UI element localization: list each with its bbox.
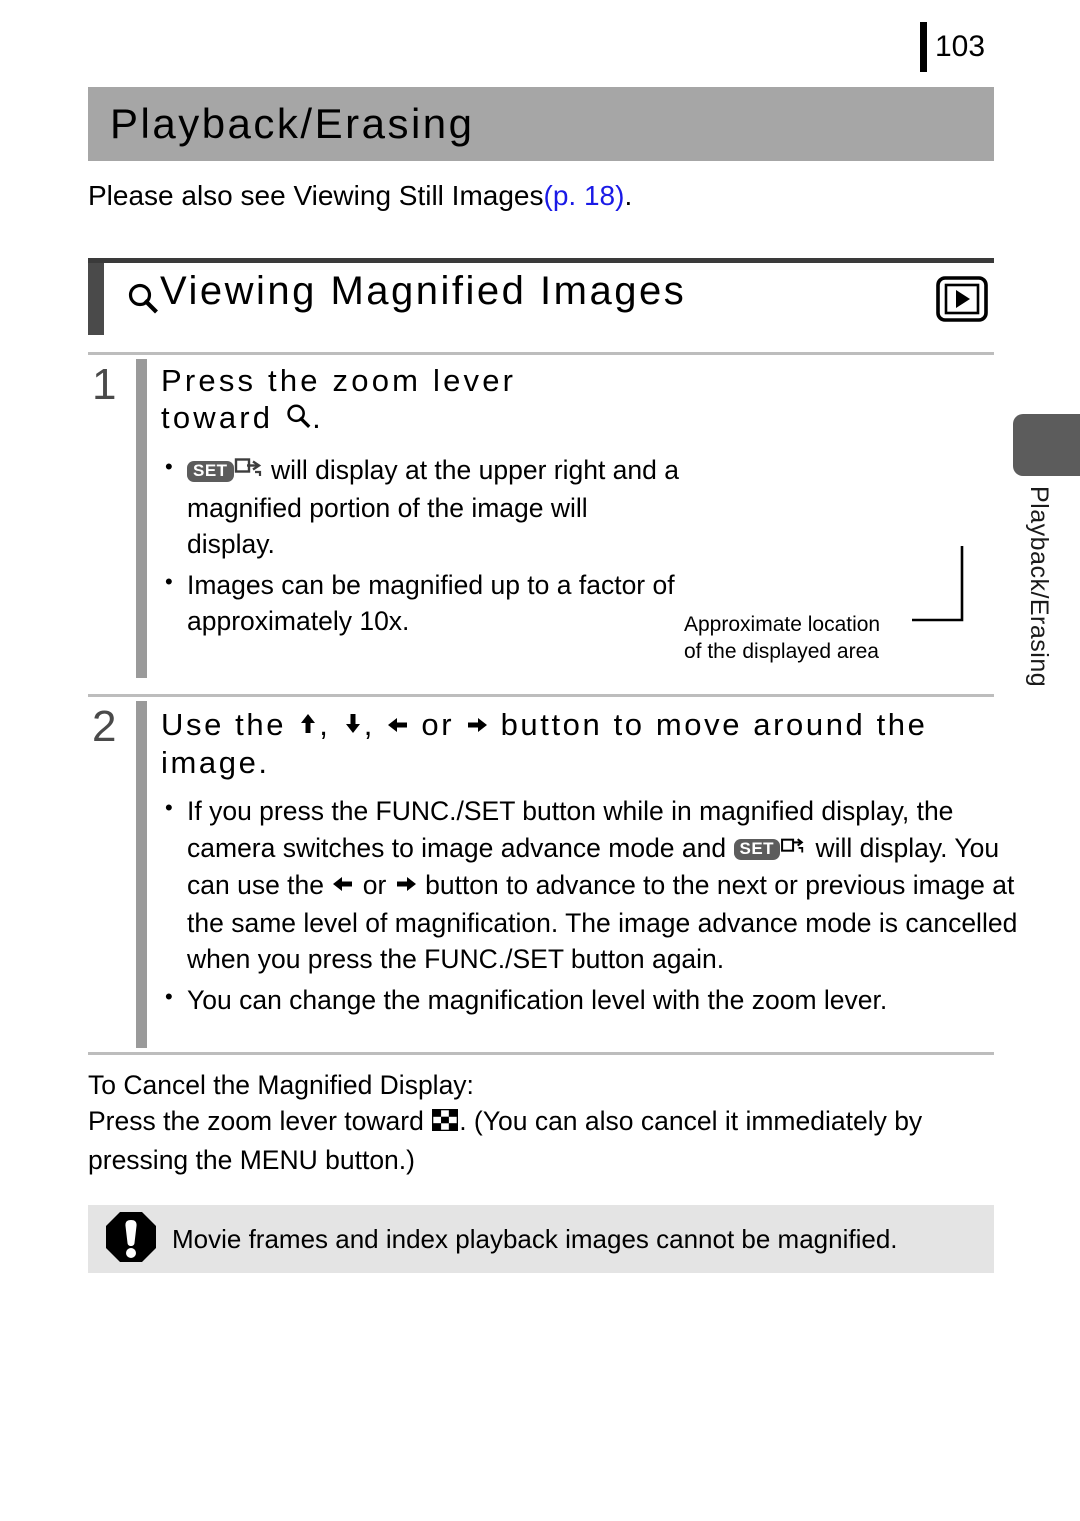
intro-reference-line: Please also see Viewing Still Images(p. … [88, 180, 632, 212]
step-1-heading-line2: toward . [161, 400, 994, 439]
set-badge-icon: SET [187, 461, 234, 482]
right-arrow-icon [465, 708, 489, 745]
step-2-number: 2 [92, 702, 117, 751]
cancel-body: Press the zoom lever toward . (You can a… [88, 1103, 994, 1178]
step-2-bullet-1-or: or [362, 870, 387, 901]
section-accent-bar [88, 263, 104, 335]
section-title: Viewing Magnified Images [160, 269, 687, 313]
callout-line-1: Approximate location [684, 613, 881, 636]
list-item: Images can be magnified up to a factor o… [161, 567, 681, 640]
warning-exclamation-icon [104, 1210, 158, 1269]
step-2-sep-1: , [319, 707, 331, 742]
cancel-heading: To Cancel the Magnified Display: [88, 1070, 474, 1100]
step-1-side-bar [136, 359, 147, 678]
step-2-sep-2: , [363, 707, 375, 742]
chapter-title: Playback/Erasing [110, 100, 475, 147]
step-2-heading-prefix: Use the [161, 707, 287, 742]
intro-period: . [624, 180, 633, 211]
magnifier-icon [126, 282, 160, 321]
callout-leader-line [912, 546, 974, 628]
step-1-heading-line1: Press the zoom lever [161, 363, 517, 398]
page-number-block: 103 [920, 22, 985, 72]
list-item: SET will display at the upper right and … [161, 452, 681, 563]
playback-mode-icon [936, 276, 988, 327]
page-reference-link[interactable]: (p. 18) [544, 180, 625, 211]
step-1-bullet-list: SET will display at the upper right and … [161, 452, 681, 640]
index-playback-icon [431, 1105, 459, 1141]
warning-note-text: Movie frames and index playback images c… [172, 1223, 898, 1254]
list-item: You can change the magnification level w… [161, 982, 1041, 1019]
image-advance-icon [234, 453, 264, 490]
step-2-side-bar [136, 701, 147, 1048]
cancel-magnified-display-section: To Cancel the Magnified Display: Press t… [88, 1052, 994, 1178]
magnifier-icon [285, 402, 312, 439]
step-1-heading: Press the zoom lever toward . [161, 355, 994, 438]
step-2-bullet-list: If you press the FUNC./SET button while … [161, 793, 1041, 1018]
list-item: If you press the FUNC./SET button while … [161, 793, 1041, 978]
callout-line-2: of the displayed area [684, 639, 879, 663]
step-1-bullet-2-text: Images can be magnified up to a factor o… [187, 569, 675, 637]
section-heading: Viewing Magnified Images [88, 258, 994, 340]
page-number: 103 [935, 30, 986, 63]
left-arrow-icon [386, 708, 410, 745]
left-arrow-icon [331, 868, 355, 905]
step-1-number: 1 [92, 360, 117, 409]
step-2-bullet-2-text: You can change the magnification level w… [187, 984, 888, 1015]
step-1-heading-line2-period: . [312, 399, 324, 435]
page-number-rule [920, 22, 927, 72]
image-advance-icon [780, 831, 808, 868]
step-2-heading-or: or [421, 707, 455, 742]
set-badge-icon: SET [733, 838, 781, 860]
down-arrow-icon [342, 708, 364, 745]
step-1-heading-line2-text: toward [161, 399, 274, 435]
right-arrow-icon [394, 868, 418, 905]
intro-text: Please also see Viewing Still Images [88, 180, 544, 211]
callout-label: Approximate location of the displayed ar… [684, 612, 880, 666]
side-tab-label: Playback/Erasing [1025, 486, 1053, 688]
chapter-title-band: Playback/Erasing [88, 87, 994, 161]
cancel-text-part1: Press the zoom lever toward [88, 1106, 424, 1137]
step-2-heading: Use the , , or button to move around the… [161, 697, 994, 781]
step-2-block: 2 Use the , , or button to move around t… [88, 694, 1017, 1052]
warning-note-box: Movie frames and index playback images c… [88, 1205, 994, 1273]
side-tab-marker [1013, 414, 1080, 476]
up-arrow-icon [297, 708, 319, 745]
